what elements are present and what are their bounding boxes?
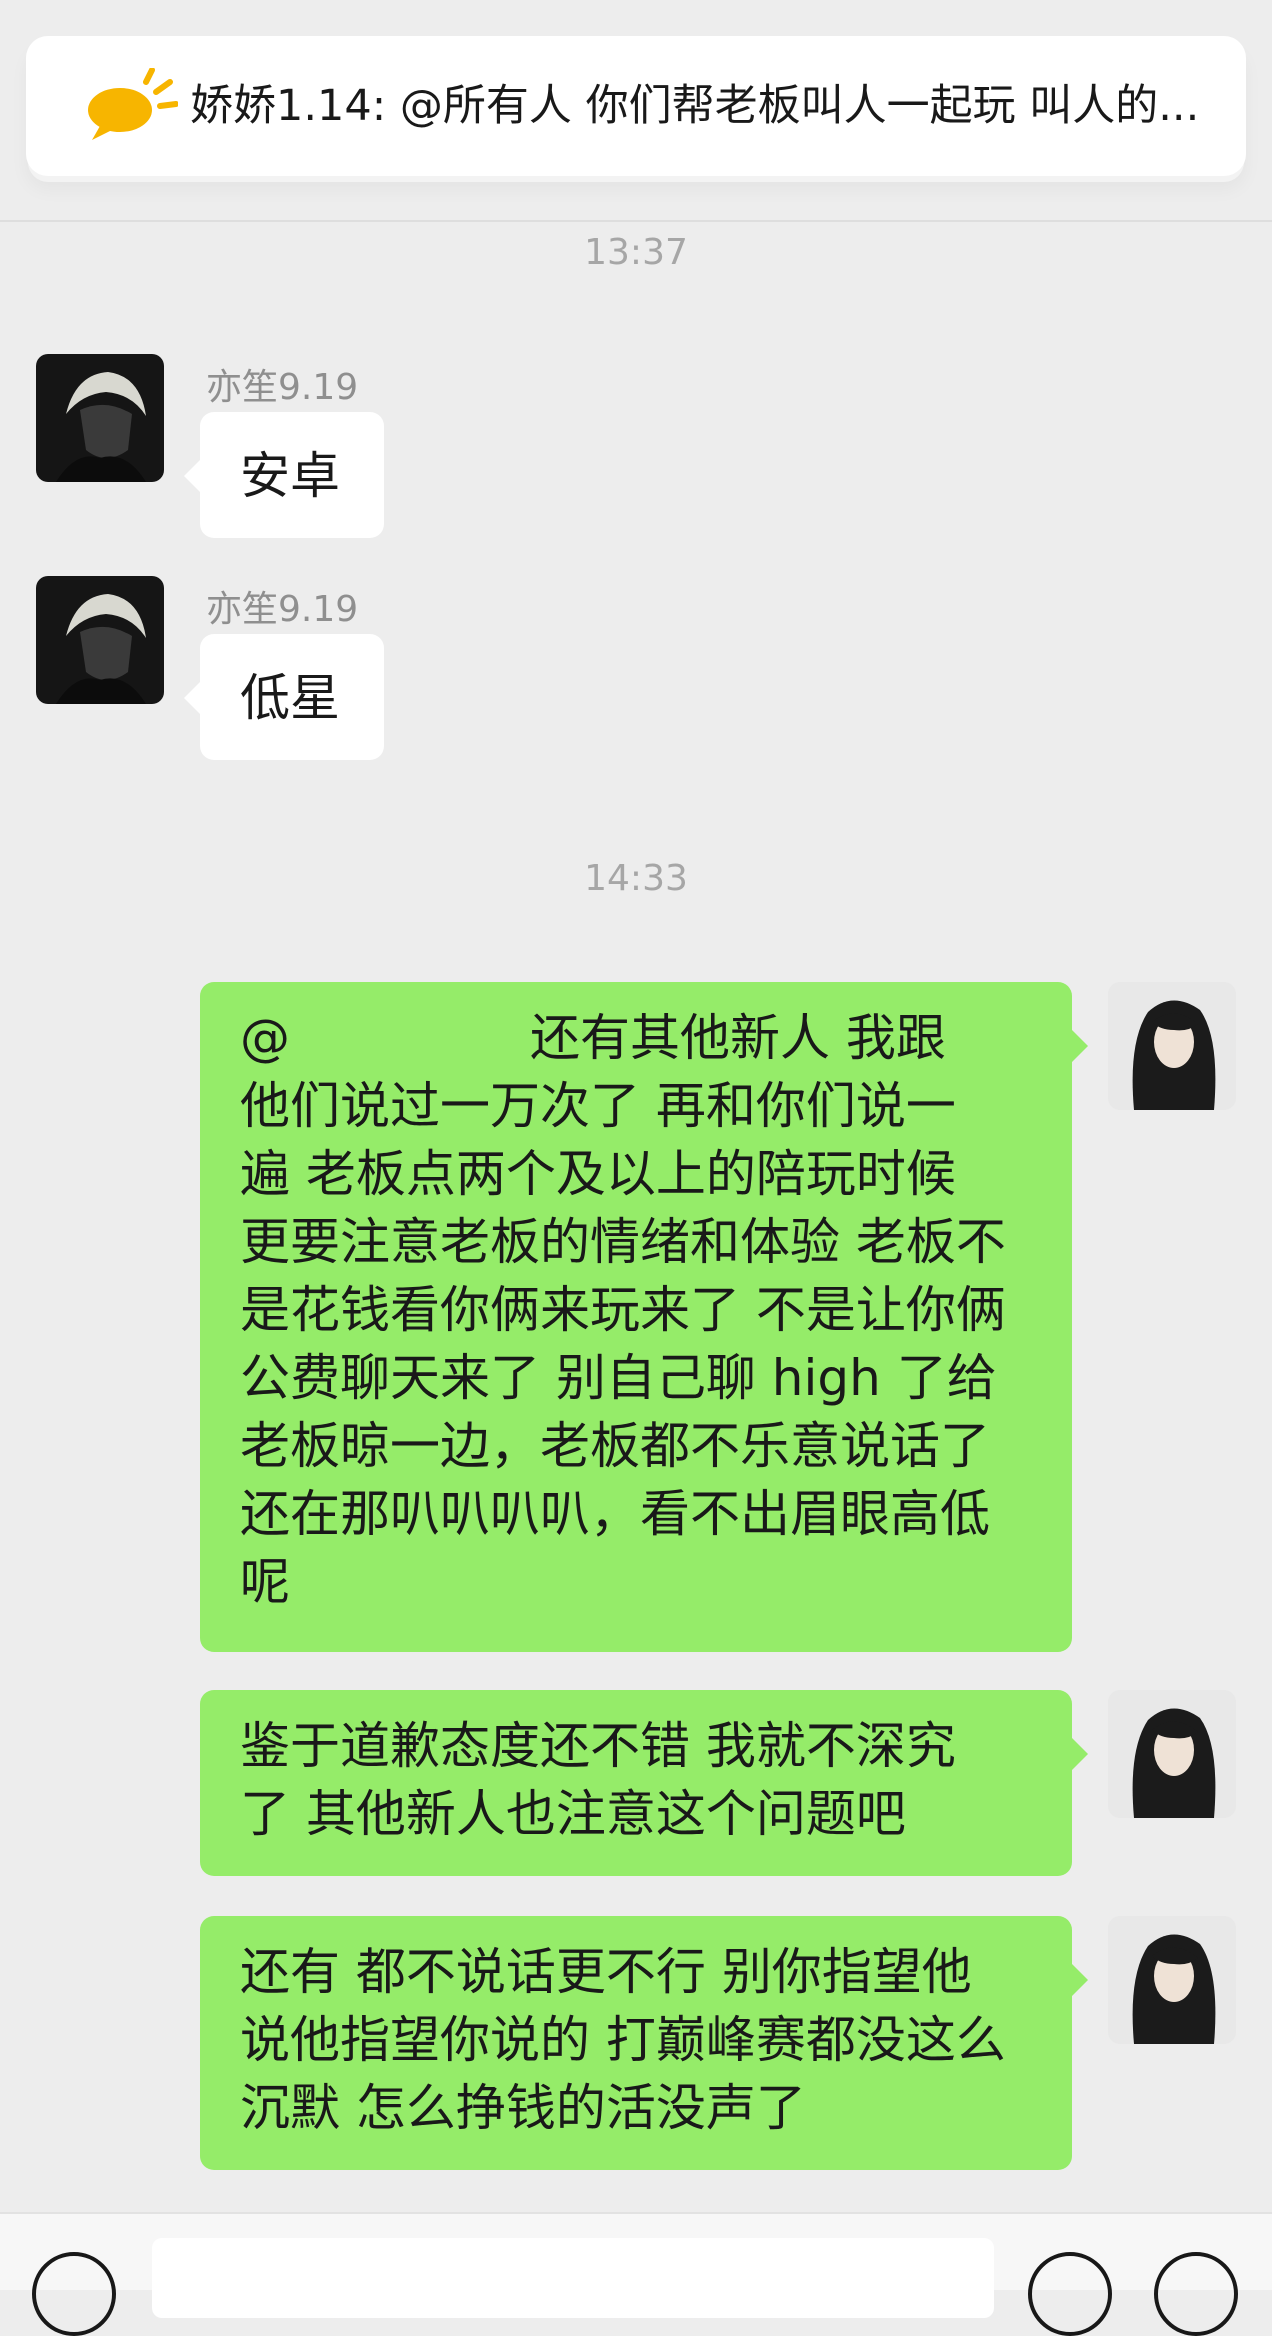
announcement-megaphone-icon [88,68,178,140]
message-line: 更要注意老板的情绪和体验 老板不 [240,1213,1006,1271]
chat-timestamp: 14:33 [584,858,688,899]
sender-name: 亦笙9.19 [206,589,359,630]
contact-avatar[interactable] [36,354,164,482]
mention-tag: @ [240,1009,290,1067]
contact-avatar[interactable] [36,576,164,704]
pinned-announcement[interactable]: 娇娇1.14: @所有人 你们帮老板叫人一起玩 叫人的... [26,36,1246,176]
message-input[interactable] [152,2238,994,2318]
message-bubble-outgoing[interactable]: 鉴于道歉态度还不错 我就不深究 了 其他新人也注意这个问题吧 [200,1690,1088,1876]
my-avatar[interactable] [1108,1916,1236,2044]
my-avatar[interactable] [1108,982,1236,1110]
message-line: 还有 都不说话更不行 别你指望他 [240,1943,972,2001]
message-line: 他们说过一万次了 再和你们说一 [240,1077,956,1135]
plus-icon[interactable] [1154,2252,1238,2336]
my-avatar[interactable] [1108,1690,1236,1818]
message-line: 遍 老板点两个及以上的陪玩时候 [240,1145,956,1203]
message-line: @ 还有其他新人 我跟 [240,1004,1032,1072]
input-bar [0,2212,1272,2336]
message-bubble-incoming[interactable]: 低星 [184,634,384,760]
emoji-icon[interactable] [1028,2252,1112,2336]
message-line-text: 还有其他新人 我跟 [530,1009,946,1067]
message-line: 老板晾一边，老板都不乐意说话了 [240,1417,990,1475]
message-line: 公费聊天来了 别自己聊 high 了给 [240,1349,997,1407]
message-line: 说他指望你说的 打巅峰赛都没这么 [240,2011,1006,2069]
message-line: 了 其他新人也注意这个问题吧 [240,1785,906,1843]
announcement-text: 娇娇1.14: @所有人 你们帮老板叫人一起玩 叫人的... [190,81,1200,131]
message-line: 鉴于道歉态度还不错 我就不深究 [240,1717,956,1775]
message-bubble-incoming[interactable]: 安卓 [184,412,384,538]
message-line: 沉默 怎么挣钱的活没声了 [240,2079,806,2137]
chat-timestamp: 13:37 [584,232,688,273]
message-line: 是花钱看你俩来玩来了 不是让你俩 [240,1281,1006,1339]
message-line: 呢 [240,1553,290,1611]
divider [0,220,1272,222]
message-bubble-outgoing[interactable]: @ 还有其他新人 我跟 他们说过一万次了 再和你们说一 遍 老板点两个及以上的陪玩… [200,982,1088,1652]
sender-name: 亦笙9.19 [206,367,359,408]
message-bubble-outgoing[interactable]: 还有 都不说话更不行 别你指望他 说他指望你说的 打巅峰赛都没这么 沉默 怎么挣… [200,1916,1088,2170]
message-line: 还在那叭叭叭叭，看不出眉眼高低 [240,1485,990,1543]
voice-icon[interactable] [32,2252,116,2336]
